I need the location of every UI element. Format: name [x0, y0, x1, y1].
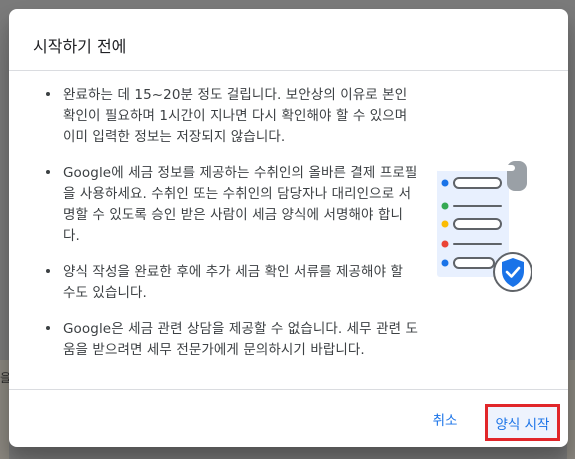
info-bullet-tax-advice: Google은 세금 관련 상담을 제공할 수 없습니다. 세무 관련 도움을 …: [33, 318, 419, 360]
line-dot-green: [441, 202, 449, 210]
line-dot-red: [441, 240, 449, 248]
document-line-1: [453, 177, 502, 189]
dialog-title: 시작하기 전에: [33, 37, 127, 56]
info-bullet-duration: 완료하는 데 15~20분 정도 걸립니다. 보안상의 이유로 본인 확인이 필…: [33, 84, 419, 147]
tax-document-shield-icon: [435, 161, 532, 292]
document-top-edge: [435, 165, 515, 171]
document-line-3: [453, 218, 502, 230]
before-you-start-dialog: 시작하기 전에 완료하는 데 15~20분 정도 걸립니다. 보안상의 이유로 …: [9, 9, 568, 447]
background-panel-right: [567, 360, 575, 459]
dialog-content: 완료하는 데 15~20분 정도 걸립니다. 보안상의 이유로 본인 확인이 필…: [33, 71, 423, 389]
cancel-button[interactable]: 취소: [419, 405, 471, 433]
info-bullet-payment-profile: Google에 세금 정보를 제공하는 수취인의 올바른 결제 프로필을 사용하…: [33, 162, 419, 246]
dialog-divider-bottom: [9, 389, 568, 390]
line-dot-blue-2: [441, 259, 449, 267]
line-dot-blue: [441, 179, 449, 187]
info-bullet-list: 완료하는 데 15~20분 정도 걸립니다. 보안상의 이유로 본인 확인이 필…: [33, 84, 419, 375]
document-line-5: [453, 257, 495, 269]
info-bullet-extra-documents: 양식 작성을 완료한 후에 추가 세금 확인 서류를 제공해야 할 수도 있습니…: [33, 261, 419, 303]
shield-check-badge: [493, 252, 532, 292]
line-dot-yellow: [441, 220, 449, 228]
start-form-button[interactable]: 양식 시작: [485, 404, 560, 441]
